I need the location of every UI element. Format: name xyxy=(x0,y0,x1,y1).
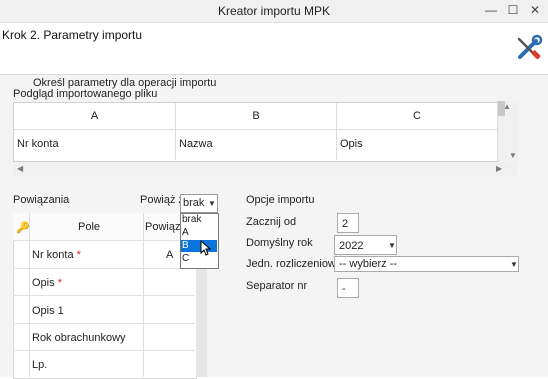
field-name: Nr konta * xyxy=(32,249,81,261)
option-brak[interactable]: brak xyxy=(181,214,217,226)
settlement-unit-select[interactable]: -- wybierz -- xyxy=(334,256,519,272)
grid-cell[interactable]: Nazwa xyxy=(176,130,336,158)
start-from-input[interactable]: 2 xyxy=(337,213,359,233)
required-marker: * xyxy=(57,277,62,289)
column-header-b[interactable]: B xyxy=(176,103,336,130)
minimize-button[interactable]: — xyxy=(480,1,502,19)
close-button[interactable]: ✕ xyxy=(524,1,546,19)
mouse-cursor-icon xyxy=(200,240,212,256)
separator-label: Separator nr xyxy=(246,280,308,292)
preview-title: Podgląd importowanego pliku xyxy=(13,88,158,100)
settlement-unit-value: -- wybierz -- xyxy=(339,258,398,270)
field-name: Lp. xyxy=(32,359,48,371)
step-title: Krok 2. Parametry importu xyxy=(2,28,143,42)
scroll-left-icon[interactable]: ◀ xyxy=(17,164,23,173)
column-header-field[interactable]: Pole xyxy=(78,221,100,233)
settlement-unit-label: Jedn. rozliczeniowa: xyxy=(246,258,346,270)
required-marker: * xyxy=(76,249,81,261)
window-title: Kreator importu MPK xyxy=(217,4,331,18)
column-header-a[interactable]: A xyxy=(14,103,175,130)
bind-to-value: brak xyxy=(183,197,205,209)
scroll-right-icon[interactable]: ▶ xyxy=(496,164,502,173)
grid-cell[interactable]: Nr konta xyxy=(14,130,175,158)
import-options-title: Opcje importu xyxy=(246,194,315,206)
option-a[interactable]: A xyxy=(181,227,217,239)
tools-icon xyxy=(517,34,543,60)
field-name: Opis * xyxy=(32,277,62,289)
scroll-down-icon[interactable]: ▼ xyxy=(509,151,517,160)
maximize-button[interactable]: ☐ xyxy=(502,1,524,19)
default-year-label: Domyślny rok xyxy=(246,237,313,249)
column-header-c[interactable]: C xyxy=(337,103,497,130)
scrollbar-thumb[interactable] xyxy=(498,101,505,116)
column-header-binding[interactable]: Powiązan xyxy=(145,221,181,233)
chevron-down-icon: ▼ xyxy=(208,199,216,208)
field-name: Opis 1 xyxy=(32,305,64,317)
start-from-label: Zacznij od xyxy=(246,216,297,228)
field-binding: A xyxy=(166,249,174,261)
chevron-down-icon: ▼ xyxy=(388,241,396,250)
bindings-title: Powiązania xyxy=(13,194,70,206)
separator-input[interactable]: - xyxy=(337,278,359,298)
field-name: Rok obrachunkowy xyxy=(32,332,126,344)
chevron-down-icon: ▼ xyxy=(510,260,518,269)
default-year-value: 2022 xyxy=(339,240,364,252)
grid-cell[interactable]: Opis xyxy=(337,130,497,158)
preview-horizontal-scrollbar[interactable] xyxy=(13,162,517,176)
key-icon: 🔑 xyxy=(16,222,30,234)
